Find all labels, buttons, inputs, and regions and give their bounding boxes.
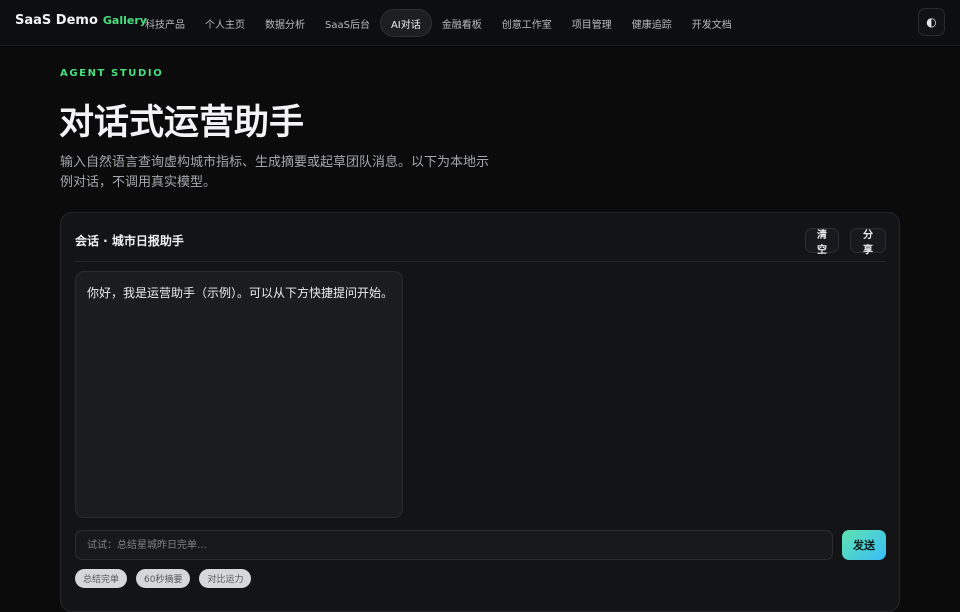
quick-prompt-summarize-orders[interactable]: 总结完单	[75, 569, 128, 588]
page-eyebrow: AGENT STUDIO	[60, 68, 164, 79]
quick-prompt-60s-summary[interactable]: 60秒摘要	[136, 569, 191, 588]
nav-item-creative-studio[interactable]: 创意工作室	[492, 9, 562, 37]
clear-button[interactable]: 清空	[805, 228, 839, 256]
nav-item-project-management[interactable]: 项目管理	[562, 9, 622, 37]
page-description: 输入自然语言查询虚构城市指标、生成摘要或起草团队消息。以下为本地示例对话，不调用…	[60, 155, 490, 190]
quick-prompts: 总结完单 60秒摘要 对比运力	[75, 569, 252, 588]
nav-item-data-analytics[interactable]: 数据分析	[255, 9, 315, 37]
main-nav: 科技产品 个人主页 数据分析 SaaS后台 AI对话 金融看板 创意工作室 项目…	[135, 9, 742, 37]
brand-name: SaaS Demo	[15, 13, 98, 28]
nav-item-saas-admin[interactable]: SaaS后台	[315, 9, 380, 37]
theme-toggle-button[interactable]: ◐	[918, 8, 945, 36]
nav-item-ai-chat[interactable]: AI对话	[379, 9, 432, 37]
message-bubble: 你好，我是运营助手（示例）。可以从下方快捷提问开始。	[75, 271, 403, 518]
send-button[interactable]: 发送	[842, 530, 886, 560]
assistant-message-text: 你好，我是运营助手（示例）。可以从下方快捷提问开始。	[87, 286, 394, 300]
chat-input[interactable]	[75, 530, 833, 560]
nav-item-personal-home[interactable]: 个人主页	[195, 9, 255, 37]
top-navbar: SaaS Demo Gallery 科技产品 个人主页 数据分析 SaaS后台 …	[0, 0, 960, 46]
nav-item-health-tracking[interactable]: 健康追踪	[622, 9, 682, 37]
nav-item-dev-docs[interactable]: 开发文档	[682, 9, 742, 37]
chat-card: 会话 · 城市日报助手 清空 分享 你好，我是运营助手（示例）。可以从下方快捷提…	[60, 212, 900, 612]
nav-item-tech-products[interactable]: 科技产品	[135, 9, 195, 37]
quick-prompt-compare-capacity[interactable]: 对比运力	[199, 569, 252, 588]
nav-item-finance-dashboard[interactable]: 金融看板	[432, 9, 492, 37]
chat-session-title: 会话 · 城市日报助手	[75, 234, 184, 248]
share-button[interactable]: 分享	[850, 228, 886, 256]
brand-logo[interactable]: SaaS Demo Gallery	[15, 13, 147, 28]
card-divider	[75, 261, 886, 262]
page-title: 对话式运营助手	[59, 103, 305, 143]
half-circle-icon: ◐	[926, 15, 937, 29]
